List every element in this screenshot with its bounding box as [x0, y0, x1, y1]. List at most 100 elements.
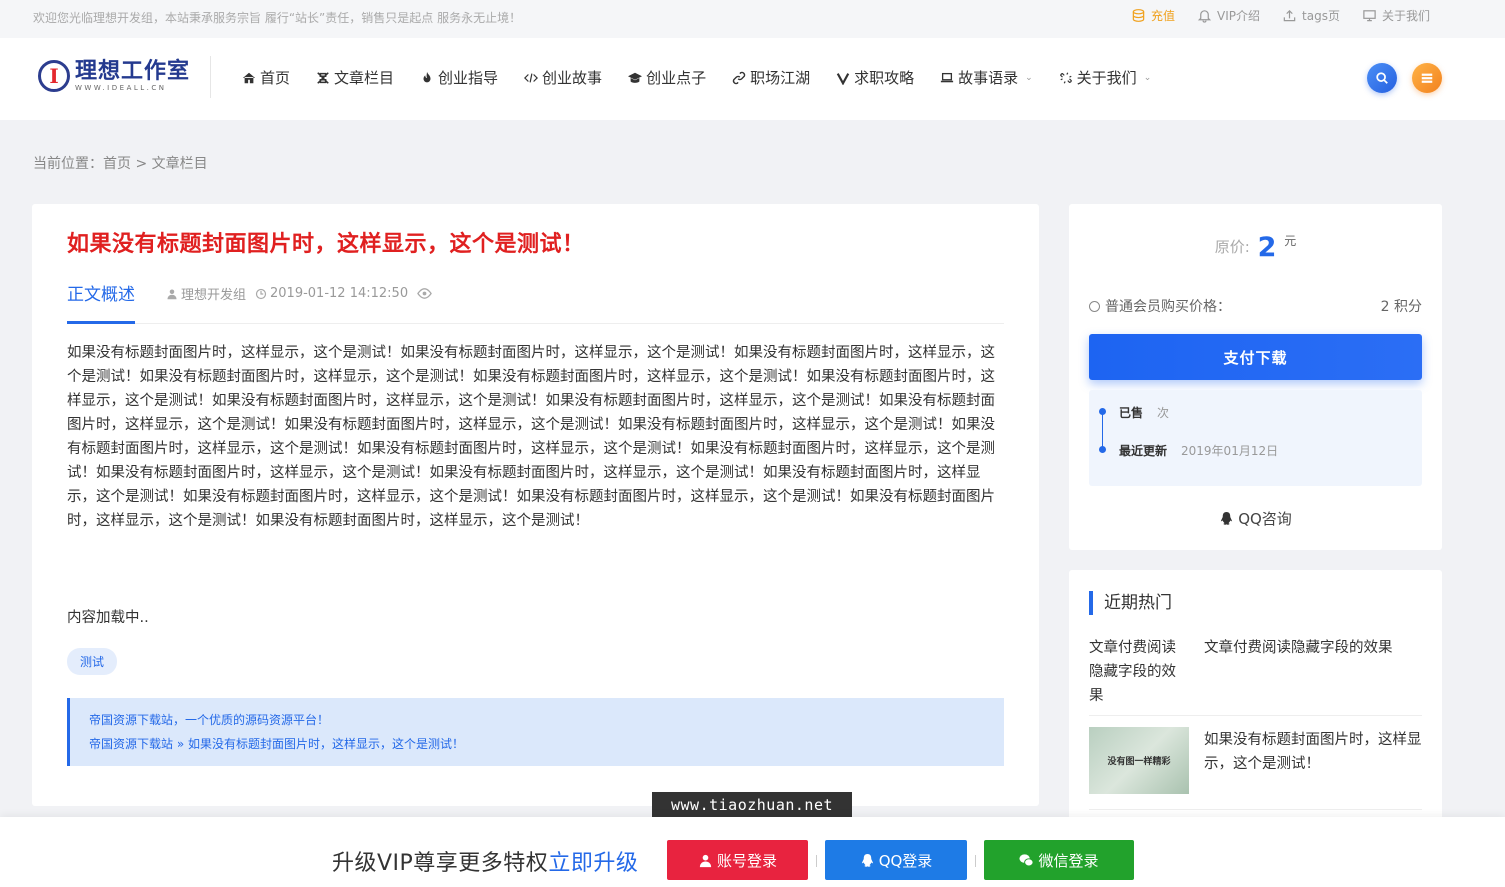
hot-post-title: 文章付费阅读隐藏字段的效果 — [1204, 640, 1393, 656]
recharge-label: 充值 — [1151, 9, 1176, 23]
check-v-icon — [836, 72, 850, 85]
qq-icon — [861, 853, 873, 867]
coins-icon — [1132, 9, 1145, 22]
nav-item-stories[interactable]: 创业故事 — [524, 67, 602, 88]
hot-post-thumbnail: 没有图一样精彩 — [1089, 727, 1189, 794]
search-icon — [1376, 72, 1388, 84]
article-body: 如果没有标题封面图片时，这样显示，这个是测试！如果没有标题封面图片时，这样显示，… — [67, 345, 995, 529]
welcome-text: 欢迎您光临理想开发组，本站秉承服务宗旨 履行“站长”责任，销售只是起点 服务永无… — [33, 11, 522, 25]
views — [417, 286, 432, 301]
watermark: www.tiaozhuan.net — [652, 792, 852, 817]
notice-line-1: 帝国资源下载站，一个优质的源码资源平台！ — [89, 713, 330, 727]
upload-icon — [1283, 9, 1296, 22]
wechat-login-button[interactable]: 微信登录 — [984, 840, 1134, 880]
unlink-icon — [1059, 71, 1072, 84]
sold-label: 已售 — [1119, 406, 1144, 420]
nav-item-career[interactable]: 职场江湖 — [732, 67, 810, 88]
member-price-value: 2 积分 — [1380, 299, 1422, 315]
account-login-label: 账号登录 — [716, 851, 777, 870]
nav-label: 故事语录 — [958, 69, 1019, 87]
pay-download-button[interactable]: 支付下载 — [1089, 334, 1422, 380]
price: 原价: 2 元 — [1069, 232, 1442, 263]
nav-label: 关于我们 — [1076, 69, 1137, 87]
qq-login-label: QQ登录 — [878, 851, 933, 870]
about-label: 关于我们 — [1381, 9, 1430, 23]
nav-label: 创业点子 — [646, 69, 707, 87]
main-header: I 理想工作室 WWW.IDEALL.CN 首页 文章栏目 创业指导 创业故事 … — [0, 38, 1505, 120]
clock-icon — [255, 288, 267, 299]
vip-promo-text: 升级VIP尊享更多特权 — [332, 851, 549, 876]
purchase-card: 原价: 2 元 普通会员购买价格： 2 积分 支付下载 已售 次 最近更新 20… — [1069, 204, 1442, 550]
nav-item-home[interactable]: 首页 — [242, 67, 290, 88]
price-value: 2 — [1257, 232, 1277, 263]
sold-value: 次 — [1157, 406, 1170, 420]
sales-stats: 已售 次 最近更新 2019年01月12日 — [1089, 390, 1422, 486]
code-icon — [524, 73, 539, 82]
nav-label: 文章栏目 — [334, 69, 395, 87]
upgrade-link[interactable]: 立即升级 — [548, 851, 638, 876]
qq-consult-label: QQ咨询 — [1238, 510, 1292, 528]
site-logo[interactable]: I 理想工作室 WWW.IDEALL.CN — [38, 60, 190, 92]
tags-label: tags页 — [1302, 9, 1340, 23]
nav-item-articles[interactable]: 文章栏目 — [316, 67, 394, 88]
chevron-down-icon: ⌄ — [1143, 72, 1152, 83]
price-label: 原价: — [1214, 238, 1250, 256]
updated-value: 2019年01月12日 — [1181, 444, 1279, 458]
nav-item-about[interactable]: 关于我们 ⌄ — [1059, 67, 1152, 88]
graduation-cap-icon — [628, 72, 643, 83]
qq-consult-link[interactable]: QQ咨询 — [1069, 508, 1442, 529]
hot-post-broken-image: 文章付费阅读隐藏字段的效果 — [1089, 640, 1176, 704]
timeline-dot — [1099, 408, 1106, 415]
top-links: 充值 VIP介绍 tags页 关于我们 — [1131, 7, 1430, 24]
monitor-icon — [1363, 10, 1376, 22]
vip-intro-link[interactable]: VIP介绍 — [1197, 7, 1260, 24]
home-icon — [242, 72, 256, 83]
circle-icon — [1089, 300, 1100, 312]
top-bar: 欢迎您光临理想开发组，本站秉承服务宗旨 履行“站长”责任，销售只是起点 服务永无… — [0, 0, 1505, 38]
qq-login-button[interactable]: QQ登录 — [825, 840, 967, 880]
qq-icon — [1221, 511, 1233, 525]
wechat-icon — [1019, 853, 1035, 866]
nav-label: 创业指导 — [438, 69, 499, 87]
search-button[interactable] — [1367, 63, 1397, 93]
tab-overview[interactable]: 正文概述 — [67, 278, 135, 324]
article-title: 如果没有标题封面图片时，这样显示，这个是测试！ — [67, 232, 585, 257]
nav-item-quotes[interactable]: 故事语录 ⌄ — [940, 67, 1033, 88]
menu-button[interactable] — [1412, 63, 1442, 93]
updated-label: 最近更新 — [1119, 444, 1168, 458]
tag-test[interactable]: 测试 — [67, 648, 118, 675]
hot-post-title: 如果没有标题封面图片时，这样显示，这个是测试！ — [1204, 732, 1422, 772]
publish-time: 2019-01-12 14:12:50 — [255, 286, 408, 301]
nav-label: 职场江湖 — [750, 69, 811, 87]
copyright-notice: 帝国资源下载站，一个优质的源码资源平台！ 帝国资源下载站 » 如果没有标题封面图… — [67, 698, 1004, 766]
nav-item-guide[interactable]: 创业指导 — [420, 67, 498, 88]
flame-icon — [423, 71, 431, 82]
about-link[interactable]: 关于我们 — [1362, 7, 1430, 24]
nav-label: 首页 — [260, 69, 291, 87]
hot-post-item[interactable]: 没有图一样精彩 如果没有标题封面图片时，这样显示，这个是测试！ — [1089, 726, 1422, 810]
notice-line-2[interactable]: 帝国资源下载站 » 如果没有标题封面图片时，这样显示，这个是测试！ — [89, 732, 985, 756]
account-login-button[interactable]: 账号登录 — [667, 840, 808, 880]
hot-posts-card: 近期热门 文章付费阅读隐藏字段的效果 文章付费阅读隐藏字段的效果 没有图一样精彩… — [1069, 570, 1442, 830]
author-name: 理想开发组 — [181, 288, 247, 303]
logo-subtitle: WWW.IDEALL.CN — [75, 84, 167, 92]
hot-post-item[interactable]: 文章付费阅读隐藏字段的效果 文章付费阅读隐藏字段的效果 — [1089, 634, 1422, 716]
article-meta: 理想开发组 2019-01-12 14:12:50 — [166, 284, 432, 303]
bell-icon — [1197, 10, 1212, 23]
tags-link[interactable]: tags页 — [1282, 7, 1340, 24]
flight-icon — [317, 71, 329, 84]
member-price-label: 普通会员购买价格： — [1105, 299, 1231, 315]
breadcrumb: 当前位置：首页 > 文章栏目 — [33, 156, 208, 172]
sold-row: 已售 次 — [1119, 404, 1169, 421]
timeline-dot — [1099, 446, 1106, 453]
member-price-row: 普通会员购买价格： 2 积分 — [1089, 296, 1422, 316]
hot-posts-title: 近期热门 — [1089, 591, 1172, 615]
timeline-line — [1102, 412, 1103, 450]
article-card: 如果没有标题封面图片时，这样显示，这个是测试！ 正文概述 理想开发组 2019-… — [32, 204, 1039, 806]
logo-title: 理想工作室 — [75, 59, 191, 84]
recharge-link[interactable]: 充值 — [1131, 7, 1175, 24]
nav-item-jobs[interactable]: 求职攻略 — [836, 67, 914, 88]
nav-item-ideas[interactable]: 创业点子 — [628, 67, 706, 88]
chevron-down-icon: ⌄ — [1025, 72, 1033, 83]
nav-label: 创业故事 — [542, 69, 603, 87]
